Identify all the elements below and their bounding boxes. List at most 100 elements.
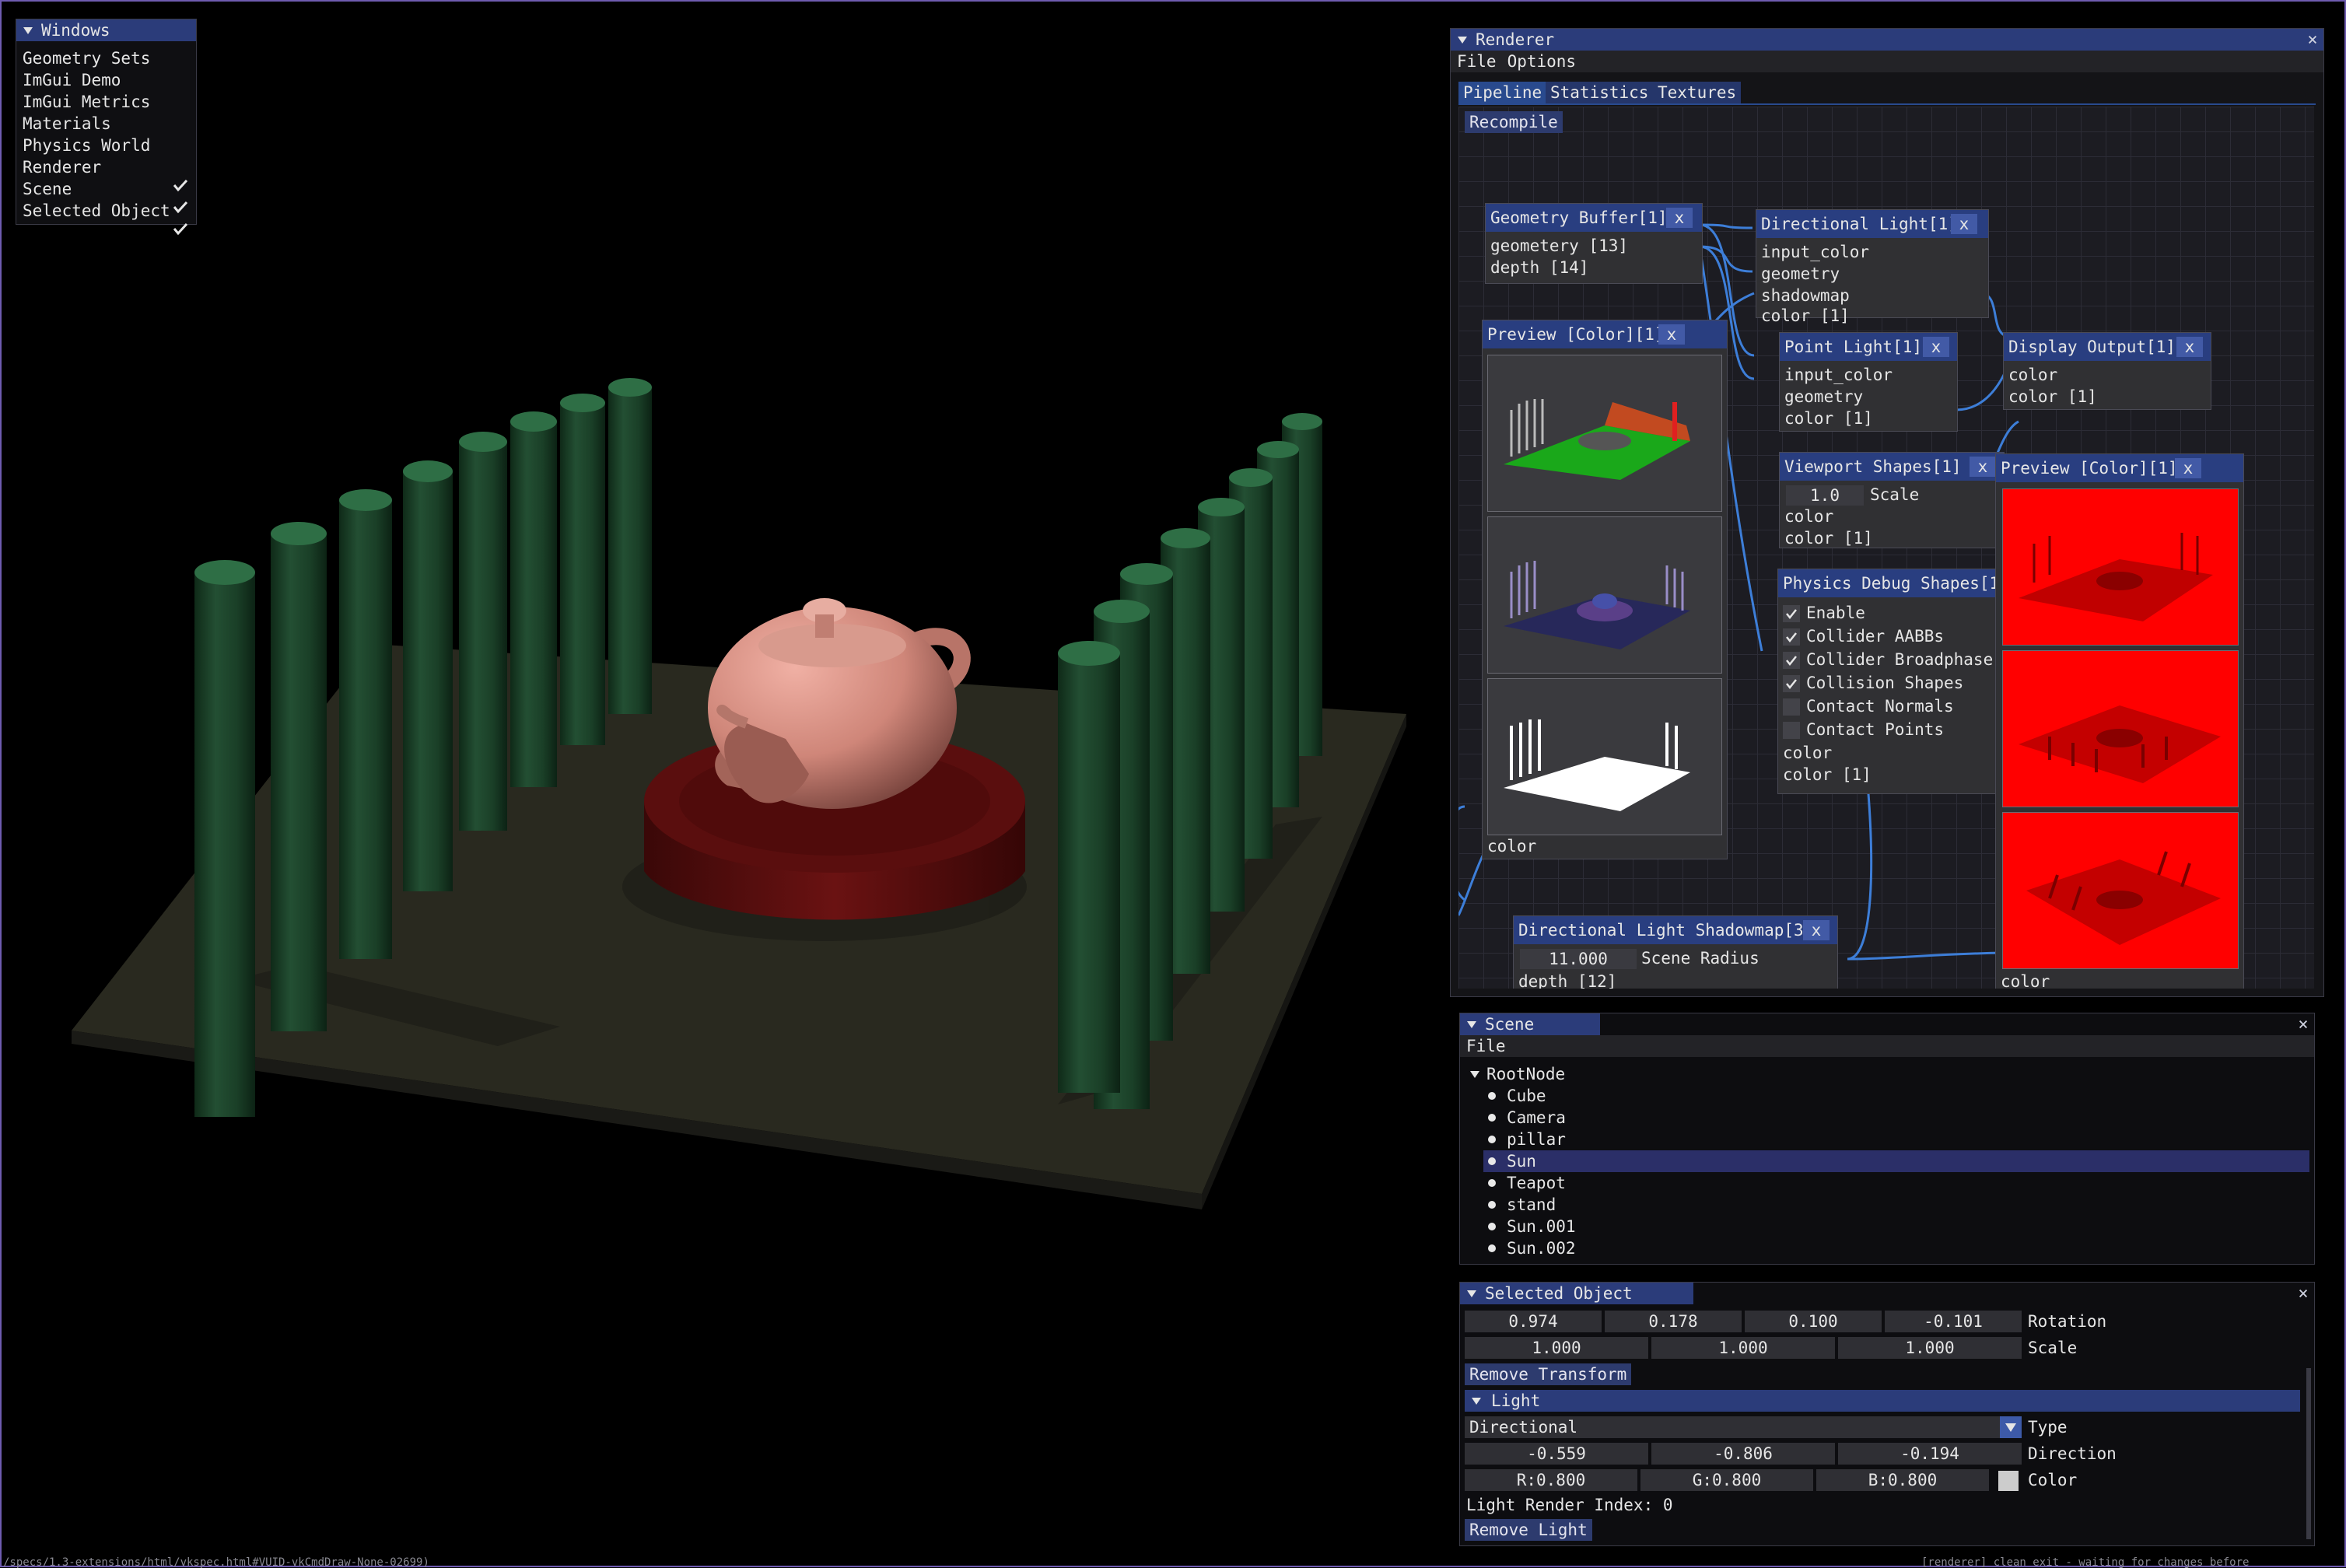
scale-z-field[interactable]: 1.000 — [1838, 1337, 2022, 1359]
close-icon[interactable]: × — [2292, 1015, 2314, 1034]
remove-transform-button[interactable]: Remove Transform — [1465, 1363, 1632, 1385]
renderer-titlebar[interactable]: Renderer × — [1451, 29, 2323, 51]
menu-item-selected-object[interactable]: Selected Object — [23, 200, 170, 222]
color-b-field[interactable]: B:0.800 — [1816, 1469, 1989, 1491]
input-pin[interactable]: shadowmap — [1761, 285, 1850, 306]
tree-item-cube[interactable]: Cube — [1483, 1085, 1546, 1107]
output-pin[interactable]: color [1] — [1784, 408, 1873, 429]
scale-y-field[interactable]: 1.000 — [1651, 1337, 1835, 1359]
tree-item-sun-001[interactable]: Sun.001 — [1483, 1216, 1576, 1237]
menu-item-scene[interactable]: Scene — [23, 178, 72, 200]
direction-x-field[interactable]: -0.559 — [1465, 1443, 1648, 1465]
windows-menu-titlebar[interactable]: Windows — [16, 19, 196, 41]
node-close-button[interactable]: x — [1803, 920, 1830, 940]
expand-arrow-icon[interactable] — [1469, 1069, 1480, 1080]
tree-root-node[interactable]: RootNode — [1469, 1063, 1565, 1085]
node-close-button[interactable]: x — [1923, 337, 1949, 357]
input-pin[interactable]: color — [1783, 742, 1832, 764]
tree-item-pillar[interactable]: pillar — [1483, 1129, 1566, 1150]
contact-normals-checkbox[interactable] — [1783, 698, 1800, 716]
tab-pipeline[interactable]: Pipeline — [1458, 82, 1547, 103]
node-header[interactable]: Directional Light Shadowmap[3] — [1514, 916, 1837, 944]
direction-z-field[interactable]: -0.194 — [1838, 1443, 2022, 1465]
menu-item-imgui-metrics[interactable]: ImGui Metrics — [23, 91, 150, 113]
node-close-button[interactable]: x — [1951, 214, 1977, 234]
node-directional-light[interactable]: Directional Light[1] x input_color geome… — [1756, 209, 1989, 325]
close-icon[interactable]: × — [2292, 1284, 2314, 1304]
tree-item-sun-002[interactable]: Sun.002 — [1483, 1237, 1576, 1259]
menu-file[interactable]: File — [1466, 1037, 1506, 1055]
menu-item-geometry-sets[interactable]: Geometry Sets — [23, 47, 150, 69]
node-point-light[interactable]: Point Light[1] x input_color geometry co… — [1779, 332, 1958, 432]
chevron-down-icon[interactable] — [2000, 1416, 2022, 1438]
scale-x-field[interactable]: 1.000 — [1465, 1337, 1648, 1359]
menu-item-physics-world[interactable]: Physics World — [23, 135, 150, 156]
input-pin[interactable]: color — [2008, 364, 2057, 386]
output-pin[interactable]: color [1] — [1783, 764, 1872, 786]
menu-item-renderer[interactable]: Renderer — [23, 156, 101, 178]
pipeline-node-canvas[interactable]: Recompile Geometry Buffer[1] x geometery… — [1458, 107, 2314, 989]
tree-item-camera[interactable]: Camera — [1483, 1107, 1566, 1129]
node-close-button[interactable]: x — [2175, 458, 2201, 478]
color-swatch[interactable] — [1998, 1471, 2019, 1491]
collapse-arrow-icon[interactable] — [1457, 34, 1468, 45]
color-g-field[interactable]: G:0.800 — [1640, 1469, 1813, 1491]
output-pin[interactable]: color [1] — [1761, 305, 1850, 327]
node-header[interactable]: Physics Debug Shapes[1 — [1778, 569, 2002, 597]
output-pin[interactable]: geometery [13] — [1490, 235, 1628, 257]
scene-titlebar[interactable]: Scene × — [1460, 1013, 2314, 1035]
input-pin[interactable]: geometry — [1784, 386, 1863, 408]
remove-light-button[interactable]: Remove Light — [1465, 1519, 1592, 1541]
collision-shapes-checkbox[interactable] — [1783, 675, 1800, 692]
menu-options[interactable]: Options — [1507, 52, 1577, 71]
node-header[interactable]: Preview [Color][1] — [1483, 320, 1727, 348]
tree-item-sun-selected[interactable]: Sun — [1483, 1150, 2309, 1172]
node-viewport-shapes[interactable]: Viewport Shapes[1] x 1.0 Scale color col… — [1779, 452, 2005, 548]
output-pin[interactable]: depth [12] — [1518, 971, 1616, 989]
scale-input[interactable]: 1.0 — [1786, 485, 1864, 506]
node-close-button[interactable]: x — [2176, 337, 2203, 357]
collider-broadphase-checkbox[interactable] — [1783, 652, 1800, 669]
collapse-arrow-icon[interactable] — [1466, 1288, 1477, 1299]
rotation-y-field[interactable]: 0.178 — [1605, 1311, 1742, 1332]
input-pin[interactable]: color — [2001, 971, 2050, 989]
selected-object-titlebar[interactable]: Selected Object × — [1460, 1283, 2314, 1304]
collapse-arrow-icon[interactable] — [1466, 1019, 1477, 1030]
output-pin[interactable]: color [1] — [2008, 386, 2097, 408]
collapse-arrow-icon[interactable] — [23, 25, 33, 36]
input-pin[interactable]: geometry — [1761, 263, 1840, 285]
input-pin[interactable]: input_color — [1761, 241, 1869, 263]
rotation-w-field[interactable]: -0.101 — [1885, 1311, 2022, 1332]
rotation-x-field[interactable]: 0.974 — [1465, 1311, 1602, 1332]
contact-points-checkbox[interactable] — [1783, 722, 1800, 739]
node-close-button[interactable]: x — [1666, 208, 1693, 228]
node-header[interactable]: Preview [Color][1] — [1996, 454, 2243, 482]
output-pin[interactable]: color [1] — [1784, 527, 1873, 549]
node-close-button[interactable]: x — [1658, 324, 1685, 345]
tab-textures[interactable]: Textures — [1653, 82, 1742, 103]
input-pin[interactable]: color — [1784, 506, 1833, 527]
close-icon[interactable]: × — [2302, 30, 2323, 50]
node-directional-light-shadowmap[interactable]: Directional Light Shadowmap[3] x 11.000 … — [1513, 915, 1838, 989]
node-preview-color-right[interactable]: Preview [Color][1] x color — [1995, 453, 2244, 989]
color-r-field[interactable]: R:0.800 — [1465, 1469, 1637, 1491]
light-section-header[interactable]: Light — [1465, 1390, 2300, 1412]
direction-y-field[interactable]: -0.806 — [1651, 1443, 1835, 1465]
output-pin[interactable]: depth [14] — [1490, 257, 1588, 278]
menu-file[interactable]: File — [1457, 52, 1497, 71]
input-pin[interactable]: color — [1487, 835, 1536, 857]
tree-item-stand[interactable]: stand — [1483, 1194, 1556, 1216]
node-preview-color-left[interactable]: Preview [Color][1] x color — [1482, 320, 1728, 859]
rotation-z-field[interactable]: 0.100 — [1745, 1311, 1882, 1332]
scrollbar[interactable] — [2306, 1368, 2311, 1539]
collapse-arrow-icon[interactable] — [1471, 1395, 1482, 1406]
menu-item-imgui-demo[interactable]: ImGui Demo — [23, 69, 121, 91]
light-type-dropdown[interactable]: Directional — [1465, 1416, 2022, 1438]
3d-viewport[interactable] — [0, 0, 1447, 1567]
collider-aabbs-checkbox[interactable] — [1783, 628, 1800, 646]
tree-item-teapot[interactable]: Teapot — [1483, 1172, 1566, 1194]
node-display-output[interactable]: Display Output[1] x color color [1] — [2003, 332, 2211, 410]
scene-radius-input[interactable]: 11.000 — [1520, 949, 1637, 969]
tab-statistics[interactable]: Statistics — [1546, 82, 1654, 103]
node-physics-debug-shapes[interactable]: Physics Debug Shapes[1 Enable Collider A… — [1777, 569, 2003, 794]
